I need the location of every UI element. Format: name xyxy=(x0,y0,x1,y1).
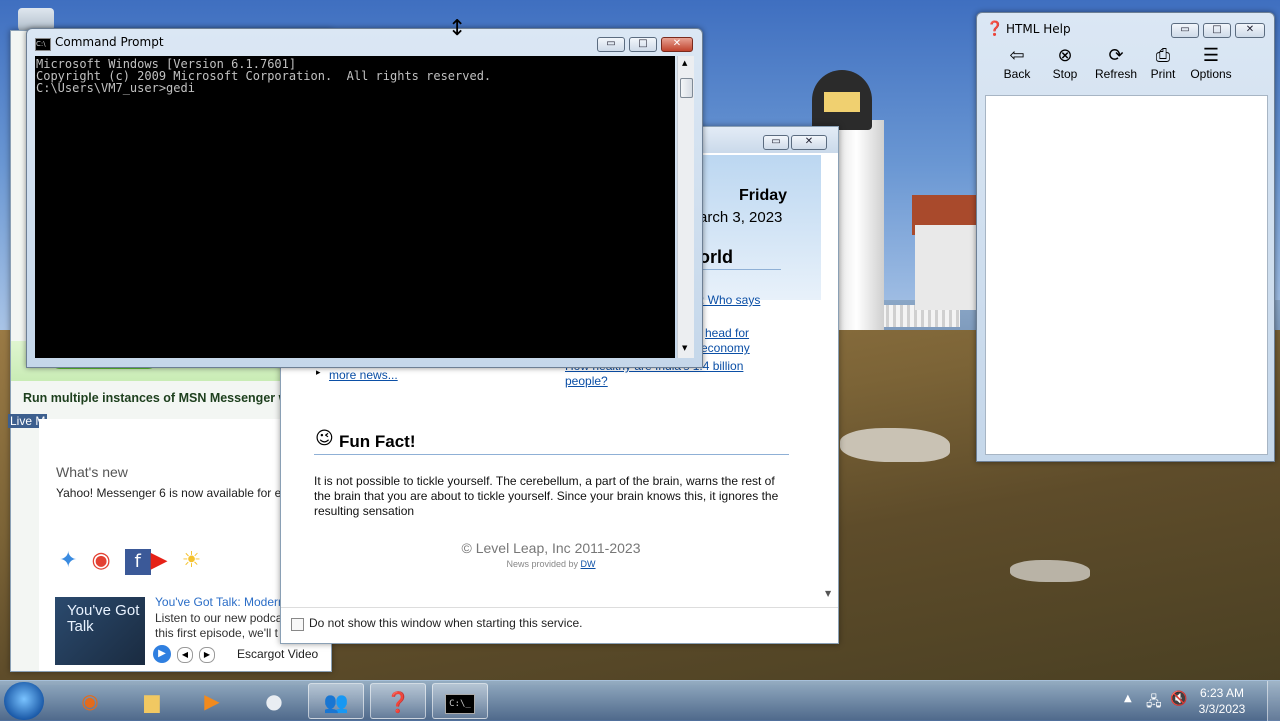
window-title: Command Prompt xyxy=(55,35,164,49)
whats-new-text: Yahoo! Messenger 6 is now available for … xyxy=(56,486,288,500)
podcast-title[interactable]: You've Got Talk: Modern xyxy=(155,595,285,609)
news-link[interactable]: people? xyxy=(565,374,608,388)
desktop-rock xyxy=(840,428,950,462)
house xyxy=(915,225,985,310)
volume-muted-icon[interactable]: 🔇 xyxy=(1170,691,1187,707)
news-link[interactable]: : Who says xyxy=(701,293,760,307)
news-date: arch 3, 2023 xyxy=(699,209,783,226)
options-label: Options xyxy=(1190,67,1232,81)
previous-icon[interactable]: ◀ xyxy=(177,647,193,663)
next-icon[interactable]: ▶ xyxy=(199,647,215,663)
bullet-icon: ▸ xyxy=(316,368,321,378)
help-taskbar-icon[interactable]: ❓ xyxy=(370,683,426,719)
refresh-label: Refresh xyxy=(1094,67,1138,81)
clock-time: 6:23 AM xyxy=(1199,686,1245,700)
provided-by-label: News provided by xyxy=(506,559,579,569)
news-day: Friday xyxy=(739,187,788,204)
messenger-icon[interactable]: 👥 xyxy=(308,683,364,719)
more-news-link[interactable]: more news... xyxy=(329,368,398,382)
minimize-button[interactable]: ▭ xyxy=(763,135,789,150)
options-button[interactable]: ☰ Options xyxy=(1185,45,1237,81)
scroll-down-icon[interactable]: ▼ xyxy=(825,589,831,598)
close-button[interactable]: ✕ xyxy=(661,37,693,52)
taskbar: ◉ ▆ ▶ ● 👥 ❓ C:\_ ▲ 🖧 🔇 6:23 AM 3/3/2023 xyxy=(0,680,1280,721)
dont-show-checkbox[interactable] xyxy=(291,618,304,631)
show-hidden-icons-icon[interactable]: ▲ xyxy=(1124,693,1132,704)
network-icon[interactable]: 🖧 xyxy=(1146,691,1162,715)
play-icon[interactable]: ▶ xyxy=(153,645,171,663)
video-label[interactable]: Escargot Video xyxy=(237,647,318,661)
provided-by-line: News provided by DW xyxy=(281,559,821,569)
minimize-button[interactable]: ▭ xyxy=(1171,23,1199,38)
news-link[interactable]: head for xyxy=(705,326,749,340)
lighthouse-lantern xyxy=(812,70,872,130)
podcast-line1: Listen to our new podca xyxy=(155,611,283,625)
options-icon: ☰ xyxy=(1202,45,1220,65)
messenger-banner[interactable]: Run multiple instances of MSN Messenger … xyxy=(23,391,296,405)
desktop-rock xyxy=(1010,560,1090,582)
weather-icon[interactable]: ☀ xyxy=(182,548,216,573)
service-icons-row: ✦◉ f ▶☀ xyxy=(59,547,289,575)
clock-date: 3/3/2023 xyxy=(1198,702,1246,716)
maximize-button[interactable]: □ xyxy=(1203,23,1231,38)
facebook-icon[interactable]: f xyxy=(124,549,151,575)
minimize-button[interactable]: ▭ xyxy=(597,37,625,52)
stop-icon: ⊗ xyxy=(1057,45,1073,65)
scrollbar-thumb[interactable] xyxy=(680,78,693,98)
close-button[interactable]: ✕ xyxy=(791,135,827,150)
refresh-button[interactable]: ⟳ Refresh xyxy=(1089,45,1143,81)
console-scrollbar[interactable]: ▲ ▼ xyxy=(677,56,694,358)
whats-new-heading: What's new xyxy=(56,464,128,480)
podcast-line2: this first episode, we'll t xyxy=(155,626,279,640)
console-icon: C:\ xyxy=(35,38,51,51)
print-button[interactable]: ⎙ Print xyxy=(1143,45,1183,81)
help-icon: ❓ xyxy=(986,21,1004,37)
command-prompt-window: C:\ Command Prompt ▭ □ ✕ Microsoft Windo… xyxy=(26,28,703,368)
back-label: Back xyxy=(1003,67,1031,81)
start-button[interactable] xyxy=(4,682,44,720)
scroll-down-icon[interactable]: ▼ xyxy=(682,344,687,352)
folder-icon[interactable]: ▆ xyxy=(124,683,180,719)
podcast-thumbnail[interactable]: You've Got Talk xyxy=(55,597,145,665)
smiley-icon: 😉 xyxy=(315,428,334,449)
provider-link[interactable]: DW xyxy=(581,559,596,569)
news-section-heading: orld xyxy=(699,247,733,267)
fun-fact-divider xyxy=(314,454,789,455)
copyright: © Level Leap, Inc 2011-2023 xyxy=(461,540,641,556)
dont-show-label[interactable]: Do not show this window when starting th… xyxy=(309,616,582,630)
refresh-icon: ⟳ xyxy=(1108,45,1124,65)
help-content-pane[interactable] xyxy=(985,95,1268,455)
stop-button[interactable]: ⊗ Stop xyxy=(1043,45,1087,81)
window-title: HTML Help xyxy=(1006,22,1071,36)
firefox-icon[interactable]: ◉ xyxy=(62,683,118,719)
news-header-panel xyxy=(701,155,821,300)
orb-icon[interactable]: ● xyxy=(246,683,302,719)
console-output[interactable]: Microsoft Windows [Version 6.1.7601] Copy… xyxy=(35,56,675,358)
news-link[interactable]: economy xyxy=(701,341,750,355)
maximize-button[interactable]: □ xyxy=(629,37,657,52)
fun-fact-heading: Fun Fact! xyxy=(339,432,416,451)
help-toolbar: ⇦ Back ⊗ Stop ⟳ Refresh ⎙ Print ☰ Options xyxy=(985,43,1267,93)
clock[interactable]: 6:23 AM 3/3/2023 xyxy=(1192,685,1252,717)
butterfly-icon[interactable]: ✦ xyxy=(59,548,91,573)
back-arrow-icon: ⇦ xyxy=(1009,45,1025,65)
stop-label: Stop xyxy=(1052,67,1078,81)
youtube-icon[interactable]: ▶ xyxy=(151,548,182,573)
print-label: Print xyxy=(1150,67,1176,81)
chrome-icon[interactable]: ◉ xyxy=(91,548,124,573)
printer-icon: ⎙ xyxy=(1155,45,1171,65)
section-divider xyxy=(699,269,781,270)
footer-divider xyxy=(281,607,838,608)
close-button[interactable]: ✕ xyxy=(1235,23,1265,38)
command-prompt-taskbar-icon[interactable]: C:\_ xyxy=(432,683,488,719)
resize-cursor-icon: ↕ xyxy=(448,16,467,41)
back-button[interactable]: ⇦ Back xyxy=(995,45,1039,81)
scroll-up-icon[interactable]: ▲ xyxy=(682,59,687,67)
show-desktop-button[interactable] xyxy=(1267,681,1280,721)
console-line: C:\Users\VM7_user>gedi xyxy=(36,81,195,95)
lighthouse-tower xyxy=(838,120,884,330)
fun-fact-text: It is not possible to tickle yourself. T… xyxy=(314,474,779,518)
html-help-window: ❓ HTML Help ▭ □ ✕ ⇦ Back ⊗ Stop ⟳ Refresh ⎙… xyxy=(976,12,1275,462)
media-player-icon[interactable]: ▶ xyxy=(184,683,240,719)
